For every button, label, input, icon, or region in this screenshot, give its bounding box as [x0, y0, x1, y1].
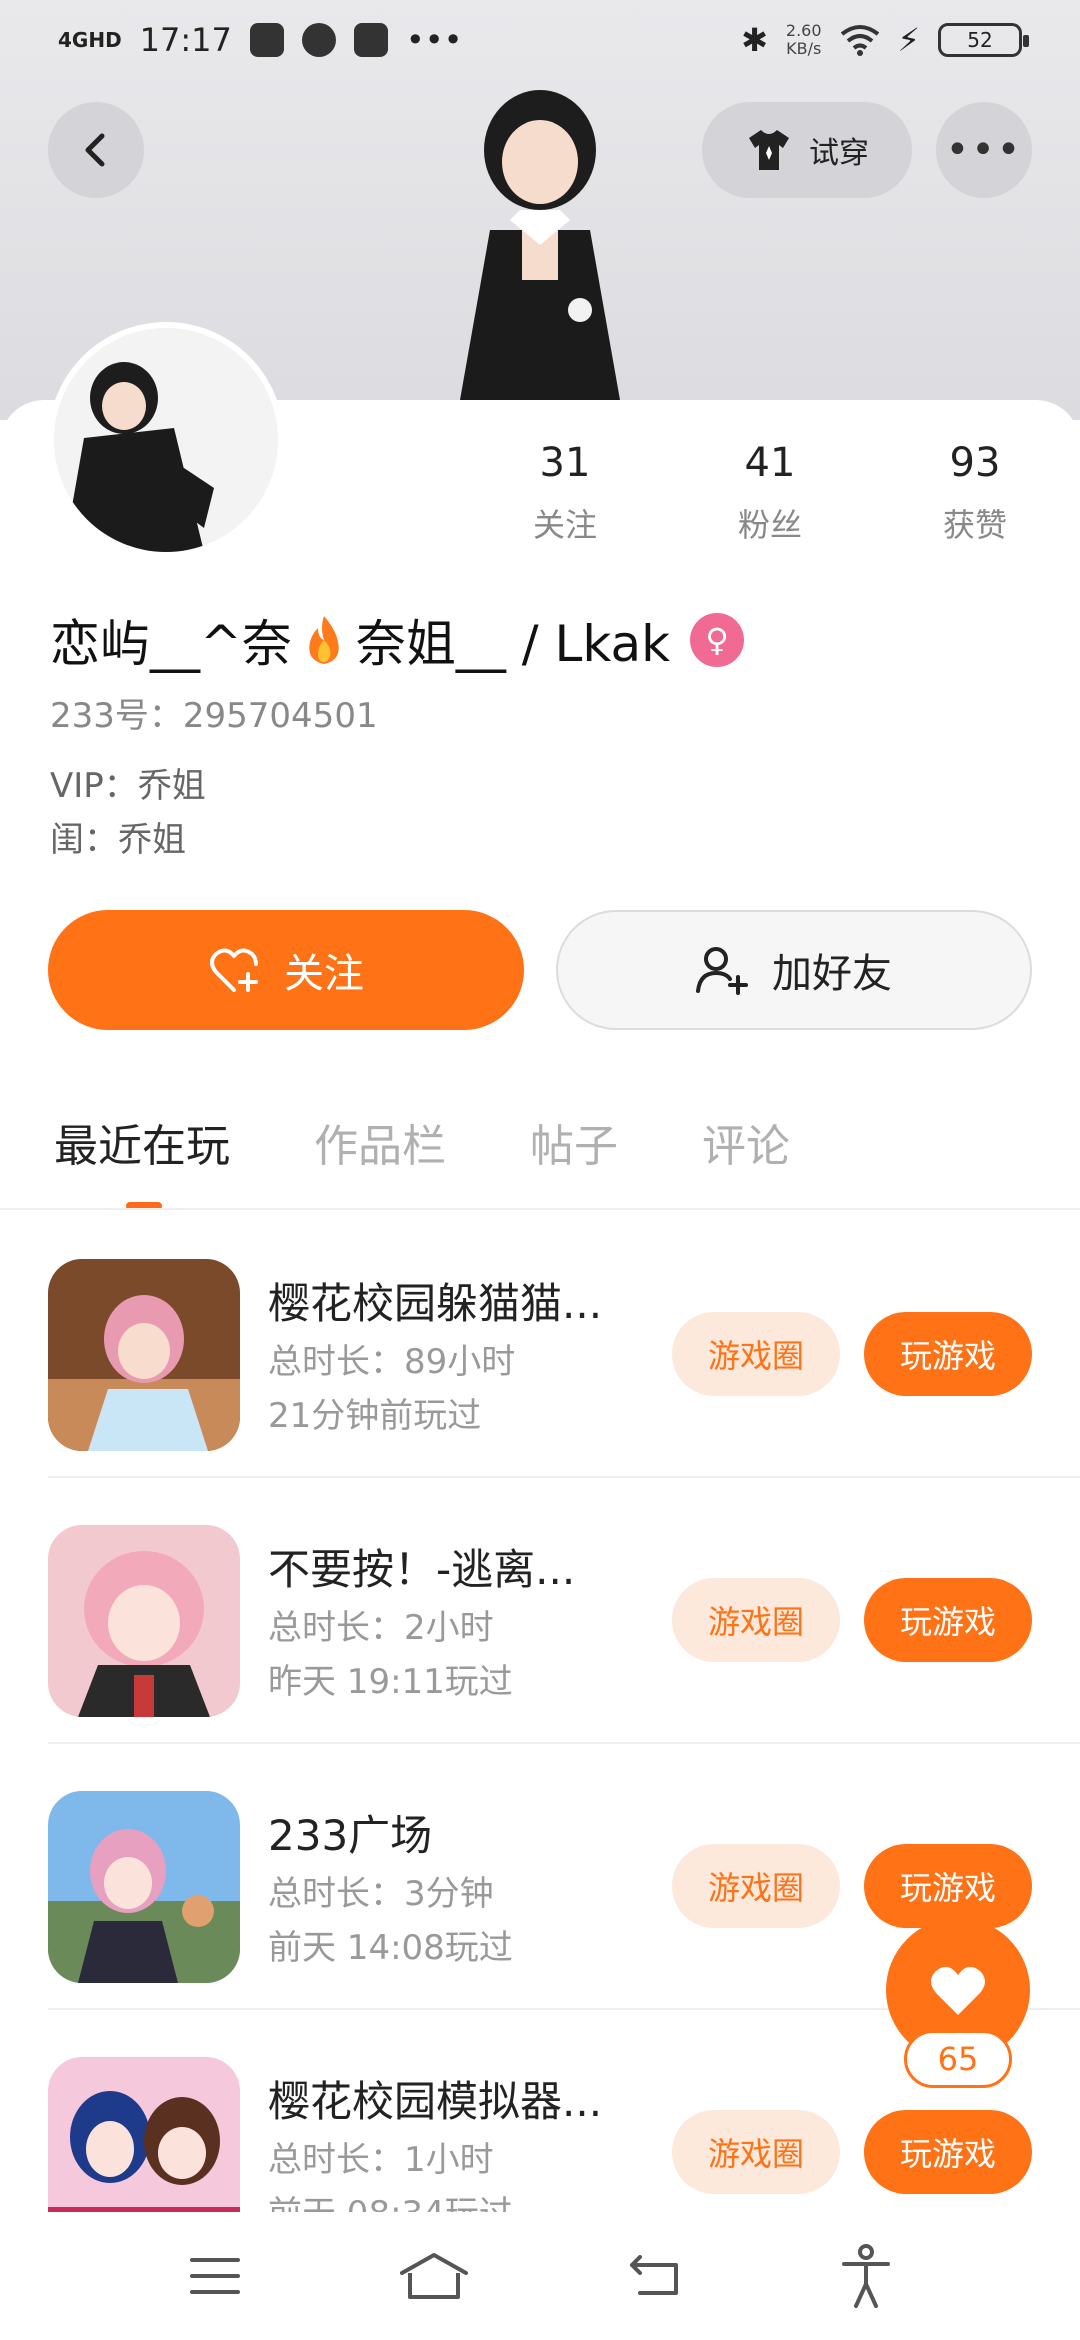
menu-icon[interactable] [188, 2254, 242, 2298]
user-id: 233号：295704501 [50, 696, 378, 736]
try-on-label: 试穿 [809, 136, 869, 171]
follow-label: 关注 [284, 951, 364, 997]
battery-indicator: 52 [938, 23, 1029, 57]
username-part1: 恋屿__^奈 [50, 615, 292, 673]
add-user-icon [696, 947, 748, 995]
status-time: 17:17 [139, 21, 232, 59]
stats-row: 31 关注 41 粉丝 93 获赞 [490, 440, 1050, 546]
game-duration: 总时长：1小时 [268, 2140, 494, 2180]
battery-level: 52 [967, 28, 993, 52]
game-last-played: 昨天 19:11玩过 [268, 1662, 513, 1702]
system-nav-bar [0, 2212, 1080, 2340]
charging-icon: ⚡ [897, 21, 920, 59]
username-part2: 奈姐__ / Lkak [355, 615, 671, 673]
stat-count: 31 [539, 440, 591, 486]
network-indicator: 4GHD [58, 28, 122, 52]
game-duration: 总时长：2小时 [268, 1608, 494, 1648]
back-button[interactable] [48, 102, 144, 198]
game-icon [48, 1791, 240, 1983]
game-circle-button[interactable]: 游戏圈 [672, 1312, 840, 1396]
game-duration: 总时长：3分钟 [268, 1874, 494, 1914]
play-game-button[interactable]: 玩游戏 [864, 1578, 1032, 1662]
status-left: 4GHD 17:17 ••• [58, 21, 463, 59]
status-right: ✱ 2.60 KB/s ⚡ 52 [741, 21, 1029, 59]
game-title: 不要按！-逃离... [268, 1545, 576, 1594]
accessibility-icon[interactable] [840, 2244, 892, 2308]
game-circle-button[interactable]: 游戏圈 [672, 2110, 840, 2194]
tab-comments[interactable]: 评论 [702, 1110, 790, 1174]
game-duration: 总时长：89小时 [268, 1342, 516, 1382]
follow-button[interactable]: 关注 [48, 910, 524, 1030]
wallet-icon [353, 23, 388, 57]
avatar-image [54, 328, 278, 552]
status-bar: 4GHD 17:17 ••• ✱ 2.60 KB/s ⚡ 52 [0, 0, 1080, 80]
game-title: 233广场 [268, 1811, 433, 1860]
try-on-button[interactable]: 试穿 [702, 102, 912, 198]
stat-label: 获赞 [942, 506, 1007, 544]
game-circle-button[interactable]: 游戏圈 [672, 1578, 840, 1662]
shirt-icon [749, 130, 789, 170]
more-dots-icon: ••• [945, 127, 1023, 173]
play-game-button[interactable]: 玩游戏 [864, 1312, 1032, 1396]
heart-icon [931, 1966, 985, 2015]
game-last-played: 前天 14:08玩过 [268, 1928, 513, 1968]
tabs-divider [0, 1208, 1080, 1210]
username: 恋屿__^奈 奈姐__ / Lkak ♀ [50, 604, 745, 676]
stat-label: 关注 [532, 506, 597, 544]
add-friend-button[interactable]: 加好友 [556, 910, 1032, 1030]
add-friend-label: 加好友 [772, 951, 892, 997]
character-illustration [460, 90, 620, 400]
game-circle-button[interactable]: 游戏圈 [672, 1844, 840, 1928]
home-icon[interactable] [398, 2251, 470, 2301]
net-speed-unit: KB/s [786, 39, 822, 58]
stat-likes[interactable]: 93 获赞 [900, 440, 1050, 546]
more-options-button[interactable]: ••• [936, 102, 1032, 198]
stat-following[interactable]: 31 关注 [490, 440, 640, 546]
tab-posts[interactable]: 帖子 [530, 1110, 618, 1174]
tab-recently-played[interactable]: 最近在玩 [54, 1110, 230, 1174]
bestie-text: 闺：乔姐 [50, 820, 186, 860]
stat-fans[interactable]: 41 粉丝 [695, 440, 845, 546]
tab-works[interactable]: 作品栏 [314, 1110, 446, 1174]
female-gender-icon: ♀ [690, 613, 745, 667]
avatar[interactable] [48, 322, 284, 558]
stat-count: 93 [949, 440, 1001, 486]
bluetooth-icon: ✱ [741, 21, 768, 59]
net-speed: 2.60 KB/s [786, 22, 822, 58]
list-item[interactable]: 樱花校园躲猫猫... 总时长：89小时 21分钟前玩过 游戏圈 玩游戏 [0, 1212, 1080, 1478]
net-speed-value: 2.60 [785, 21, 822, 40]
shield-icon [249, 23, 284, 57]
game-icon [48, 2057, 240, 2212]
heart-plus-icon [210, 948, 258, 992]
play-game-button[interactable]: 玩游戏 [864, 1844, 1032, 1928]
fire-icon [309, 616, 339, 664]
play-game-button[interactable]: 玩游戏 [864, 2110, 1032, 2194]
stat-label: 粉丝 [737, 506, 802, 544]
game-icon [48, 1259, 240, 1451]
floating-like-button[interactable]: 65 [886, 1918, 1030, 2098]
more-notifications-icon: ••• [405, 21, 463, 59]
game-last-played: 21分钟前玩过 [268, 1396, 482, 1436]
chevron-left-icon [85, 133, 105, 167]
profile-tabs: 最近在玩 作品栏 帖子 评论 [54, 1110, 790, 1174]
wifi-icon [840, 25, 879, 56]
vip-text: VIP：乔姐 [50, 766, 206, 806]
stat-count: 41 [744, 440, 796, 486]
game-title: 樱花校园模拟器... [268, 2077, 603, 2126]
like-count: 65 [904, 2030, 1012, 2088]
back-nav-icon[interactable] [626, 2253, 684, 2299]
fan-icon [301, 23, 336, 57]
game-icon [48, 1525, 240, 1717]
list-item[interactable]: 不要按！-逃离... 总时长：2小时 昨天 19:11玩过 游戏圈 玩游戏 [0, 1478, 1080, 1744]
game-title: 樱花校园躲猫猫... [268, 1279, 603, 1328]
game-last-played: 前天 08:34玩过 [268, 2186, 513, 2212]
